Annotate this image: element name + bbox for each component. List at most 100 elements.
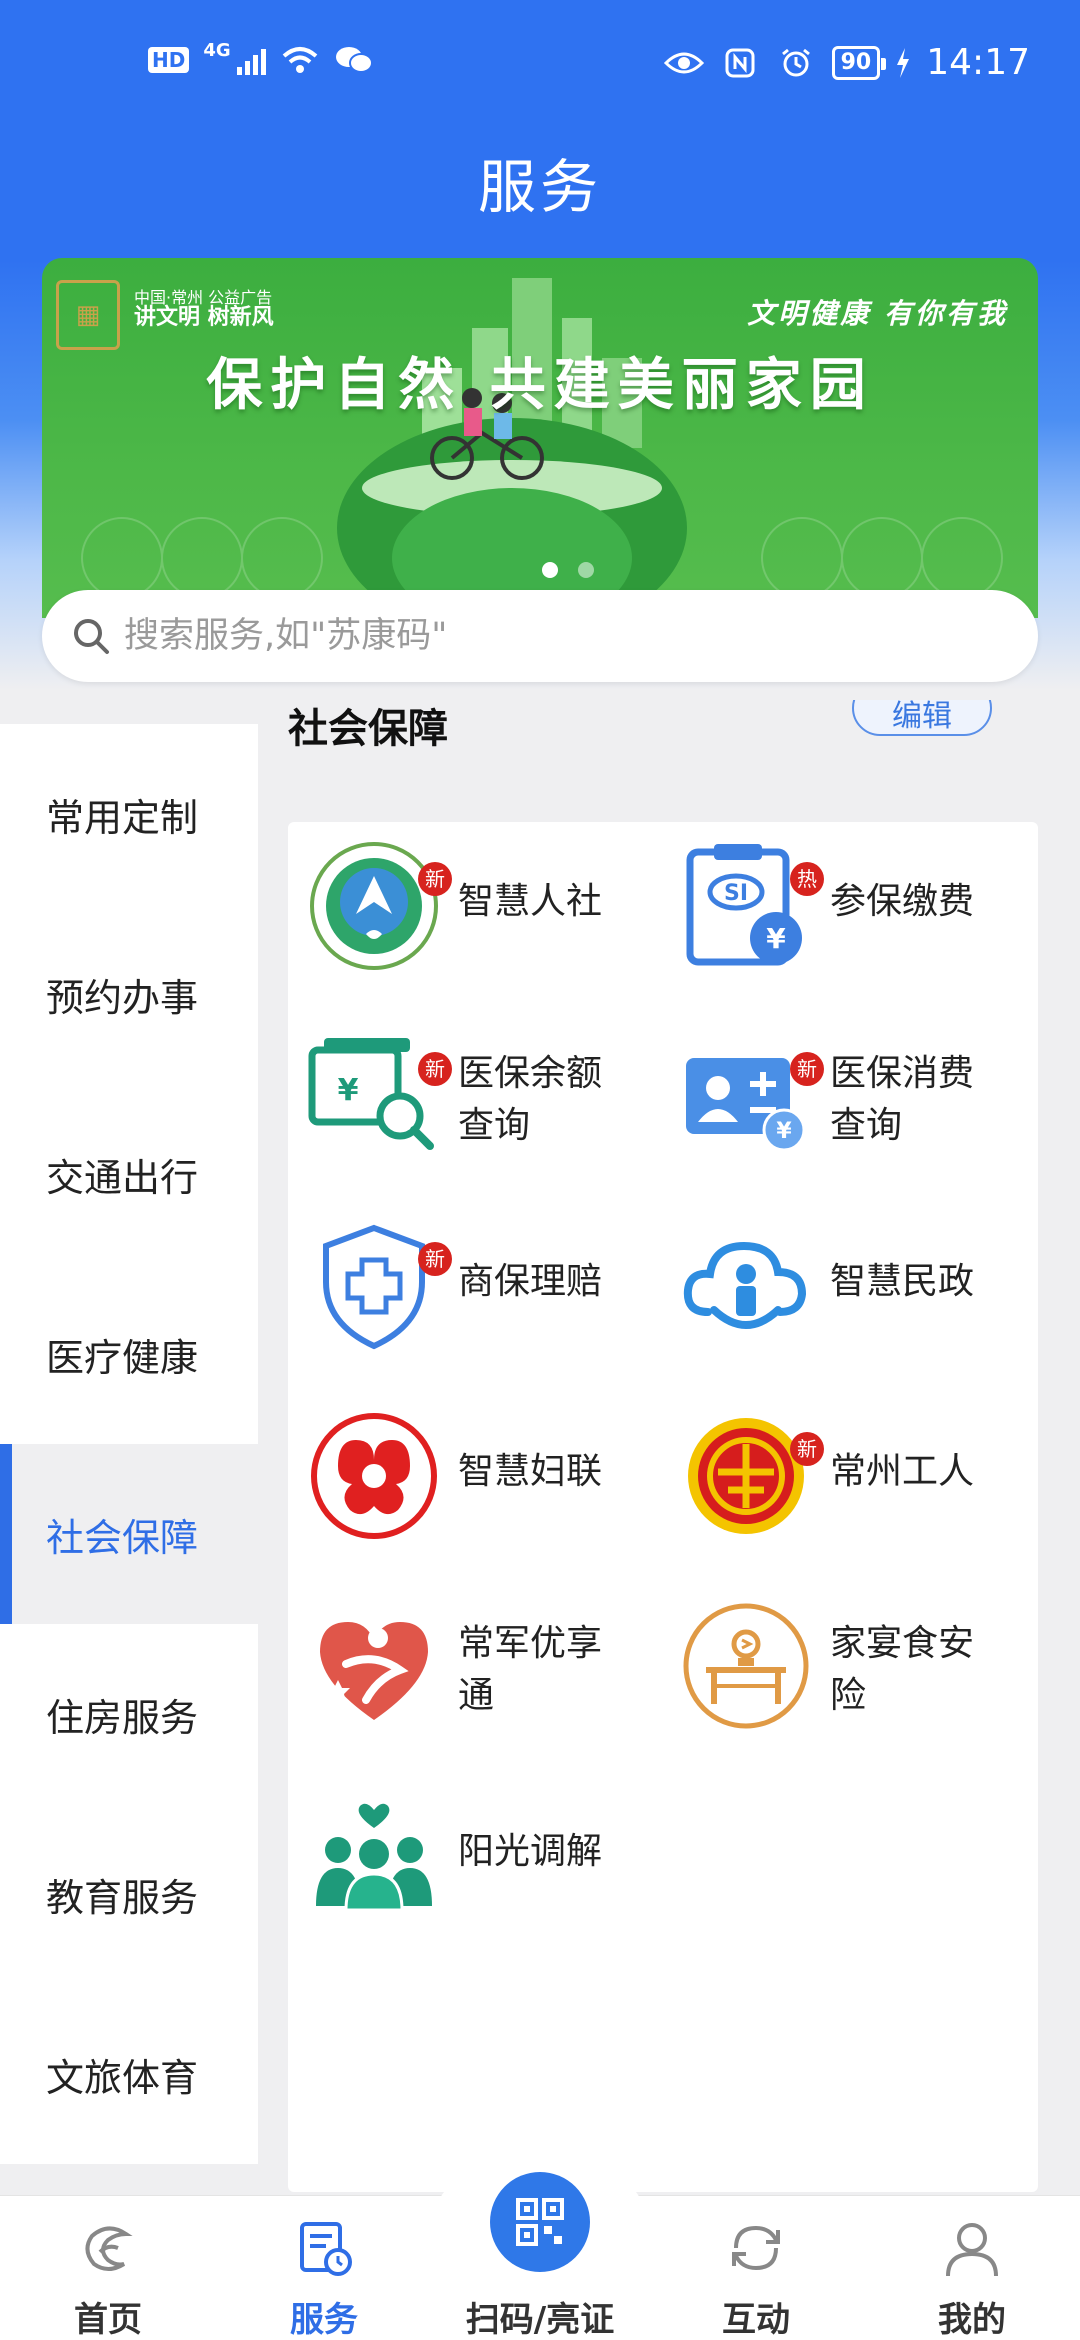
sidebar-item-social-security[interactable]: 社会保障: [0, 1444, 258, 1624]
sidebar-item-transport[interactable]: 交通出行: [0, 1084, 258, 1264]
si-payment-icon: SI ¥: [686, 844, 802, 966]
service-label-line1: 医保消费: [830, 1053, 975, 1094]
service-medical-balance[interactable]: ¥ 新 医保余额 查询: [288, 1012, 658, 1162]
svg-text:¥: ¥: [776, 1119, 792, 1144]
service-banquet-food-insurance[interactable]: 家宴食安 险: [660, 1582, 1030, 1732]
sidebar-item-label: 社会保障: [46, 1515, 199, 1560]
service-label-line1: 常军优享: [458, 1623, 603, 1664]
service-label: 医保消费 查询: [830, 1048, 1030, 1152]
service-smart-hrss[interactable]: 新 智慧人社: [288, 822, 658, 972]
insurance-shield-icon: [323, 1224, 425, 1350]
trade-union-icon: [688, 1418, 804, 1534]
sidebar-item-education[interactable]: 教育服务: [0, 1804, 258, 1984]
clock: 14:17: [926, 42, 1030, 83]
search-icon: [74, 619, 109, 654]
status-left: HD 4G: [148, 40, 374, 76]
wechat-icon: [335, 47, 373, 73]
section-title: 社会保障: [288, 706, 448, 752]
service-label-line2: 险: [830, 1675, 867, 1716]
carousel-dot[interactable]: [578, 562, 594, 578]
service-commercial-claims[interactable]: 新 商保理赔: [288, 1202, 658, 1352]
service-label: 家宴食安 险: [830, 1618, 1030, 1722]
mediation-people-icon: [316, 1803, 432, 1912]
service-label: 医保余额 查询: [458, 1048, 658, 1152]
hrss-logo-icon: [310, 842, 438, 970]
service-label-line2: 通: [458, 1675, 495, 1716]
search-bar[interactable]: [42, 590, 1038, 682]
nfc-icon: [725, 48, 755, 77]
consumption-card-icon: ¥: [686, 1058, 806, 1152]
charging-icon: [897, 47, 910, 78]
military-heart-icon: [320, 1622, 428, 1720]
sidebar-item-culture-sports[interactable]: 文旅体育: [0, 1984, 258, 2164]
service-smart-civil-affairs[interactable]: 智慧民政: [660, 1202, 1030, 1352]
carousel-dot[interactable]: [542, 562, 558, 578]
hd-badge: HD: [148, 47, 190, 73]
service-label: 商保理赔: [458, 1261, 603, 1302]
service-label: 阳光调解: [458, 1831, 603, 1872]
home-swirl-icon: [85, 2226, 133, 2271]
status-right: 90 14:17: [663, 42, 1030, 83]
network-type: 4G: [203, 39, 231, 61]
service-label-line2: 查询: [830, 1105, 903, 1146]
sidebar-item-label: 文旅体育: [46, 2055, 199, 2100]
edit-button[interactable]: 编辑: [852, 700, 992, 736]
service-label: 常军优享 通: [458, 1618, 658, 1722]
sidebar-item-label: 住房服务: [46, 1695, 199, 1740]
section-header: 社会保障 编辑: [288, 700, 1000, 756]
status-bar: HD 4G 90 14:17: [0, 0, 1080, 130]
sidebar-item-health[interactable]: 医疗健康: [0, 1264, 258, 1444]
eye-icon: [663, 52, 704, 73]
service-medical-consumption[interactable]: ¥ 新 医保消费 查询: [660, 1012, 1030, 1162]
scan-button[interactable]: [490, 2172, 590, 2272]
hot-badge: 热: [790, 862, 824, 896]
nav-service[interactable]: 服务: [216, 2196, 432, 2340]
signal-icon: [236, 45, 266, 75]
new-badge: 新: [418, 1242, 452, 1276]
service-insurance-payment[interactable]: SI ¥ 热 参保缴费: [660, 822, 1030, 972]
sidebar-item-appointment[interactable]: 预约办事: [0, 904, 258, 1084]
carousel-dots: [542, 562, 594, 578]
profile-icon: [946, 2223, 998, 2277]
nav-home[interactable]: 首页: [0, 2196, 216, 2340]
search-input[interactable]: [124, 616, 984, 656]
nav-label: 互动: [722, 2300, 790, 2340]
sidebar-item-custom[interactable]: 常用定制: [0, 724, 258, 904]
new-badge: 新: [790, 1052, 824, 1086]
banner-carousel[interactable]: ▦ 中国·常州 公益广告 讲文明 树新风 文明健康 有你有我 保护自然 共建美丽…: [42, 258, 1038, 618]
svg-text:¥: ¥: [338, 1073, 359, 1108]
service-label: 参保缴费: [830, 881, 975, 922]
nav-label: 扫码/亮证: [465, 2300, 615, 2340]
banner-org: 中国·常州 公益广告 讲文明 树新风: [134, 288, 274, 330]
service-label-line1: 医保余额: [458, 1053, 603, 1094]
svg-text:SI: SI: [724, 881, 748, 906]
page-title: 服务: [477, 153, 602, 221]
service-label: 智慧妇联: [458, 1451, 603, 1492]
banquet-table-icon: [683, 1603, 809, 1729]
service-military-benefits[interactable]: 常军优享 通: [288, 1582, 658, 1732]
nav-profile[interactable]: 我的: [864, 2196, 1080, 2340]
civil-affairs-cloud-icon: [683, 1241, 807, 1329]
nav-label: 服务: [290, 2300, 358, 2340]
sidebar-item-label: 教育服务: [46, 1875, 199, 1920]
service-changzhou-workers[interactable]: 新 常州工人: [660, 1392, 1030, 1542]
service-label: 常州工人: [830, 1451, 975, 1492]
nav-interact[interactable]: 互动: [648, 2196, 864, 2340]
womens-federation-icon: [311, 1413, 437, 1539]
banner-slogan: 保护自然 共建美丽家园: [206, 353, 874, 418]
service-smart-womens-federation[interactable]: 智慧妇联: [288, 1392, 658, 1542]
new-badge: 新: [418, 1052, 452, 1086]
service-sunshine-mediation[interactable]: 阳光调解: [288, 1772, 658, 1922]
service-doc-icon: [300, 2222, 352, 2276]
refresh-interact-icon: [732, 2225, 780, 2271]
alarm-icon: [781, 48, 810, 76]
nav-label: 我的: [938, 2300, 1006, 2340]
banner-org-slogan: 讲文明 树新风: [134, 305, 274, 330]
sidebar-item-label: 医疗健康: [46, 1335, 199, 1380]
service-label-line1: 家宴食安: [830, 1623, 975, 1664]
sidebar-item-label: 交通出行: [46, 1155, 199, 1200]
qr-scan-icon: [516, 2198, 564, 2246]
service-label-line2: 查询: [458, 1105, 531, 1146]
balance-search-icon: ¥: [308, 1038, 434, 1150]
sidebar-item-housing[interactable]: 住房服务: [0, 1624, 258, 1804]
